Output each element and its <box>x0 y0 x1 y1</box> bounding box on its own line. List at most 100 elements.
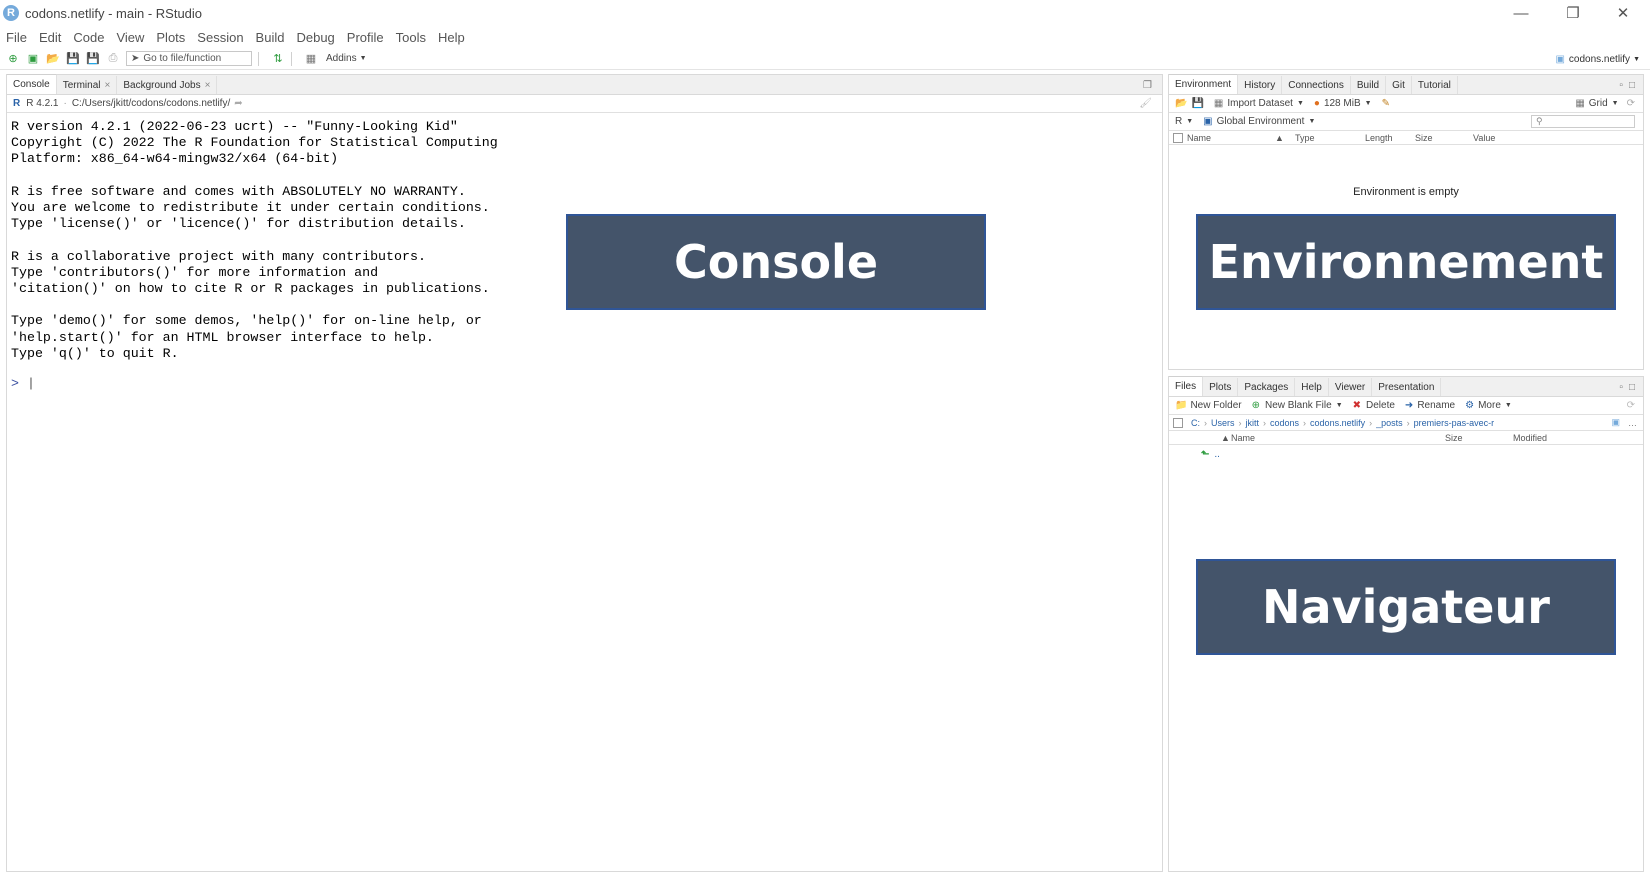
more-dots-icon[interactable]: … <box>1628 418 1637 428</box>
tab-presentation[interactable]: Presentation <box>1372 378 1442 396</box>
list-item[interactable]: ⬑ .. <box>1169 445 1643 463</box>
breadcrumb-users[interactable]: Users <box>1211 418 1235 428</box>
menu-debug[interactable]: Debug <box>290 30 340 45</box>
menu-session[interactable]: Session <box>191 30 249 45</box>
new-folder-button[interactable]: New Folder <box>1190 400 1241 411</box>
tab-tutorial[interactable]: Tutorial <box>1412 76 1458 94</box>
breadcrumb-posts[interactable]: _posts <box>1376 418 1403 428</box>
restore-icon[interactable]: ❐ <box>1550 0 1596 26</box>
menu-plots[interactable]: Plots <box>150 30 191 45</box>
tab-packages[interactable]: Packages <box>1238 378 1296 396</box>
refresh-icon[interactable]: ⟳ <box>1627 98 1635 109</box>
breadcrumb-codons[interactable]: codons <box>1270 418 1299 428</box>
print-icon[interactable]: ⎙ <box>106 52 120 66</box>
new-file-icon[interactable]: ⊕ <box>6 52 20 66</box>
addins-menu[interactable]: Addins <box>326 53 357 64</box>
rstudio-logo-icon: R <box>3 5 19 21</box>
menu-tools[interactable]: Tools <box>390 30 432 45</box>
col-modified[interactable]: Modified <box>1509 433 1547 443</box>
goto-dir-icon[interactable]: ➦ <box>234 98 242 109</box>
grid-view-toggle[interactable]: Grid <box>1589 98 1608 109</box>
minimize-pane-icon[interactable]: ▫ <box>1619 382 1623 393</box>
col-name[interactable]: Name <box>1227 433 1441 443</box>
maximize-pane-icon[interactable]: □ <box>1629 382 1635 393</box>
new-project-icon[interactable]: ▣ <box>26 52 40 66</box>
sort-ascending-icon: ▲ <box>1221 432 1230 443</box>
tab-plots[interactable]: Plots <box>1203 378 1239 396</box>
maximize-pane-icon[interactable]: ❐ <box>1143 80 1152 91</box>
select-all-checkbox[interactable] <box>1173 132 1183 143</box>
import-dataset-button[interactable]: Import Dataset <box>1227 98 1293 109</box>
load-workspace-icon[interactable]: 📂 <box>1175 98 1187 109</box>
tab-files[interactable]: Files <box>1169 376 1204 396</box>
tab-background-jobs-label: Background Jobs <box>123 79 201 91</box>
go-to-file-input[interactable]: ➤ Go to file/function <box>126 51 252 66</box>
save-all-icon[interactable]: 💾 <box>86 52 100 66</box>
project-dir-icon[interactable]: ▣ <box>1611 417 1620 428</box>
breadcrumb-codons-netlify[interactable]: codons.netlify <box>1310 418 1365 428</box>
open-file-icon[interactable]: 📂 <box>46 52 60 66</box>
tab-viewer[interactable]: Viewer <box>1329 378 1373 396</box>
col-length[interactable]: Length <box>1361 133 1411 143</box>
memory-usage[interactable]: 128 MiB <box>1324 98 1361 109</box>
tab-git[interactable]: Git <box>1386 76 1412 94</box>
chevron-right-icon: › <box>1204 417 1207 428</box>
menu-profile[interactable]: Profile <box>341 30 390 45</box>
clear-console-icon[interactable]: 🖌 <box>1139 98 1152 109</box>
tab-history[interactable]: History <box>1238 76 1283 94</box>
col-size[interactable]: Size <box>1441 433 1509 443</box>
broom-icon[interactable]: ✎ <box>1382 98 1390 109</box>
save-workspace-icon[interactable]: 💾 <box>1191 98 1203 109</box>
breadcrumb-c[interactable]: C: <box>1191 418 1200 428</box>
tab-help[interactable]: Help <box>1295 378 1329 396</box>
more-button[interactable]: More <box>1478 400 1501 411</box>
breadcrumb-premiers-pas-avec-r[interactable]: premiers-pas-avec-r <box>1414 418 1495 428</box>
col-size[interactable]: Size <box>1411 133 1469 143</box>
grid-layout-icon[interactable]: ▦ <box>304 52 318 66</box>
tab-terminal[interactable]: Terminal × <box>57 76 118 94</box>
menu-file[interactable]: File <box>0 30 33 45</box>
console-tabs: Console Terminal × Background Jobs × ❐ <box>7 74 1162 95</box>
new-blank-file-button[interactable]: New Blank File <box>1265 400 1332 411</box>
r-logo-icon: R <box>13 98 21 109</box>
menu-bar: File Edit Code View Plots Session Build … <box>0 26 1650 48</box>
col-value[interactable]: Value <box>1469 133 1495 143</box>
close-tab-icon[interactable]: × <box>205 80 211 91</box>
files-column-header: ▲ Name Size Modified <box>1169 431 1643 445</box>
close-icon[interactable]: ✕ <box>1600 0 1646 26</box>
col-type[interactable]: Type <box>1291 133 1361 143</box>
toolbar-divider <box>258 51 259 66</box>
menu-view[interactable]: View <box>110 30 150 45</box>
col-name[interactable]: Name <box>1183 133 1271 143</box>
delete-button[interactable]: Delete <box>1366 400 1395 411</box>
menu-code[interactable]: Code <box>67 30 110 45</box>
minimize-icon[interactable]: — <box>1498 0 1544 26</box>
select-all-checkbox[interactable] <box>1173 417 1183 428</box>
tab-environment[interactable]: Environment <box>1169 74 1239 94</box>
up-arrow-icon: ⬑ <box>1201 448 1210 460</box>
tab-terminal-label: Terminal <box>62 79 101 91</box>
rename-button[interactable]: Rename <box>1417 400 1455 411</box>
menu-build[interactable]: Build <box>250 30 291 45</box>
breadcrumb-jkitt[interactable]: jkitt <box>1246 418 1260 428</box>
minimize-pane-icon[interactable]: ▫ <box>1619 80 1623 91</box>
vcs-icon[interactable]: ⇅ <box>271 52 285 66</box>
menu-edit[interactable]: Edit <box>33 30 67 45</box>
tab-connections[interactable]: Connections <box>1282 76 1351 94</box>
tab-console[interactable]: Console <box>7 74 57 94</box>
close-tab-icon[interactable]: × <box>105 80 111 91</box>
language-select[interactable]: R <box>1175 116 1182 127</box>
working-directory[interactable]: C:/Users/jkitt/codons/codons.netlify/ <box>72 98 230 109</box>
console-input-line[interactable]: > | <box>7 368 1162 398</box>
maximize-pane-icon[interactable]: □ <box>1629 80 1635 91</box>
save-icon[interactable]: 💾 <box>66 52 80 66</box>
project-menu[interactable]: ▣ codons.netlify ▼ <box>1555 48 1640 70</box>
refresh-icon[interactable]: ⟳ <box>1627 400 1635 411</box>
environment-search-input[interactable]: ⚲ <box>1531 115 1635 128</box>
import-dataset-icon: ▦ <box>1213 98 1224 109</box>
global-environment-select[interactable]: Global Environment <box>1217 116 1305 127</box>
tab-build[interactable]: Build <box>1351 76 1387 94</box>
parent-directory-link[interactable]: .. <box>1214 449 1220 460</box>
menu-help[interactable]: Help <box>432 30 471 45</box>
tab-background-jobs[interactable]: Background Jobs × <box>117 76 218 94</box>
